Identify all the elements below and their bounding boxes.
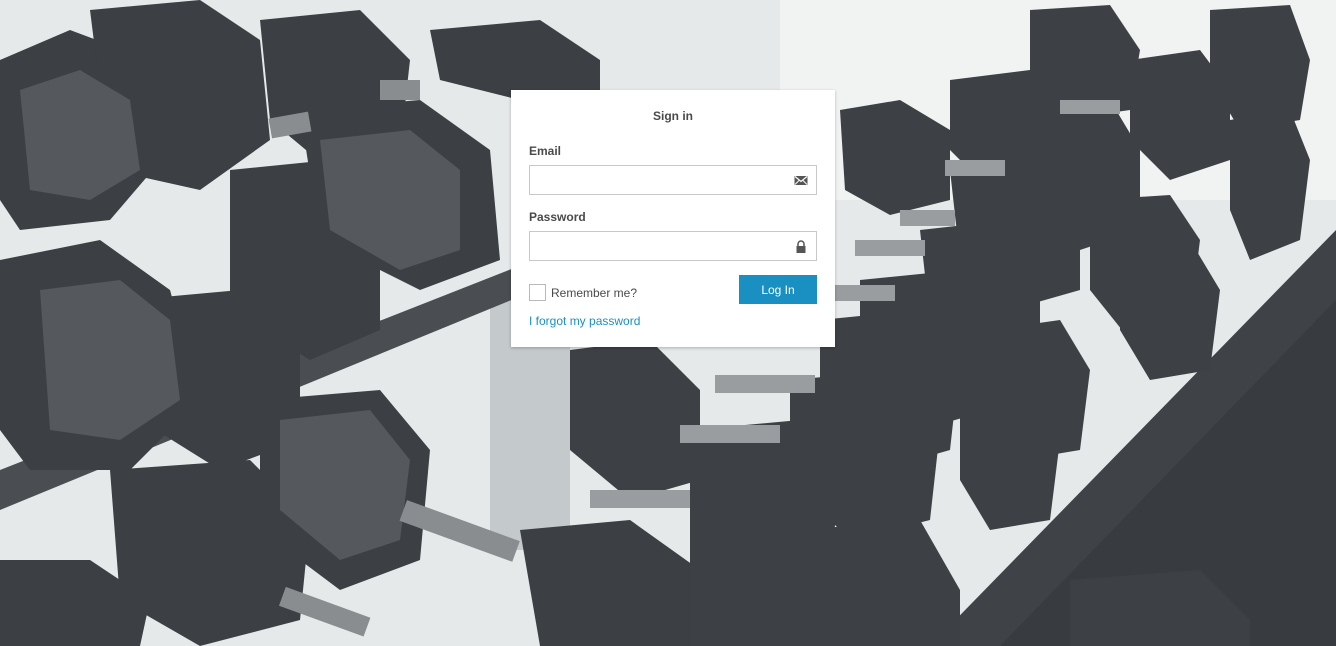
password-field[interactable] [530,232,796,260]
remember-me-row: Remember me? [529,284,637,301]
remember-me-checkbox[interactable] [529,284,546,301]
remember-me-label[interactable]: Remember me? [551,286,637,300]
email-field[interactable] [530,166,796,194]
sign-in-title: Sign in [653,109,693,123]
lock-icon [796,240,806,253]
sign-in-card: Sign in Email Password Remember me? Log … [511,90,835,347]
forgot-password-link[interactable]: I forgot my password [529,314,640,328]
email-label: Email [529,144,562,158]
password-field-wrapper [529,231,817,261]
email-field-wrapper [529,165,817,195]
password-label: Password [529,210,586,224]
envelope-icon [794,176,808,185]
log-in-button[interactable]: Log In [739,275,817,304]
